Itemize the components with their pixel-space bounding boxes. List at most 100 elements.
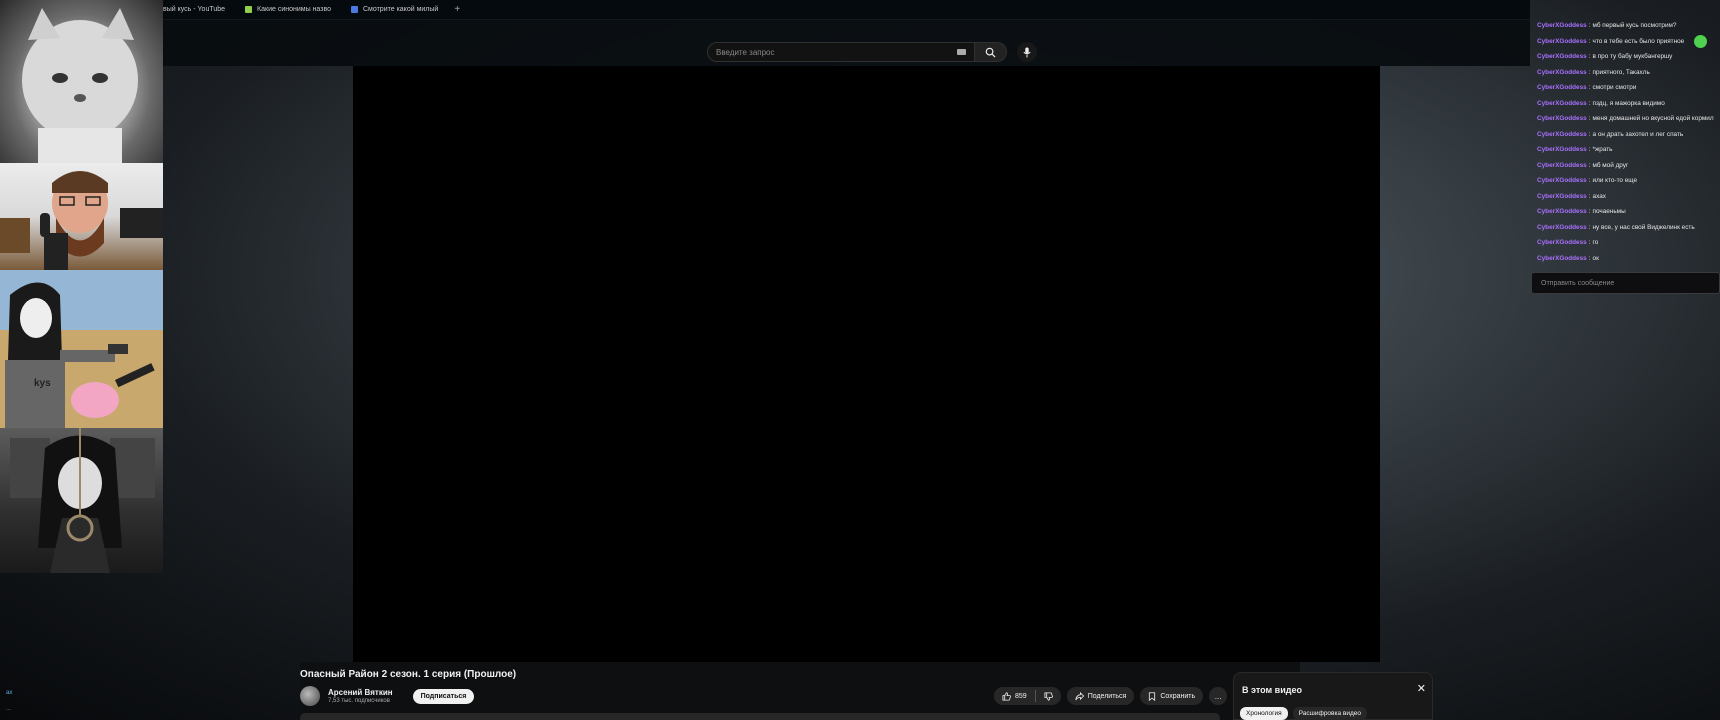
chat-colon: : — [1588, 192, 1591, 200]
share-button[interactable]: Поделиться — [1066, 687, 1135, 705]
chat-message: CyberXGoddess: смотри смотри — [1533, 80, 1720, 96]
thumbs-up-icon[interactable] — [1002, 691, 1011, 701]
anime-girl-drawing — [10, 428, 155, 573]
share-icon — [1075, 691, 1084, 700]
chat-username[interactable]: CyberXGoddess — [1537, 220, 1587, 236]
chat-username[interactable]: CyberXGoddess — [1537, 49, 1587, 65]
chat-username[interactable]: CyberXGoddess — [1537, 173, 1587, 189]
close-icon[interactable]: ✕ — [1417, 682, 1426, 695]
chat-message: CyberXGoddess: что в тебе есть было прият… — [1533, 34, 1720, 50]
chat-username[interactable]: CyberXGoddess — [1537, 65, 1587, 81]
chat-message: CyberXGoddess: почаеньмы — [1533, 204, 1720, 220]
like-separator — [1034, 690, 1036, 702]
chat-text: ахах — [1592, 192, 1606, 200]
save-button[interactable]: Сохранить — [1140, 687, 1204, 705]
description-box[interactable] — [300, 713, 1220, 720]
chat-colon: : — [1588, 115, 1591, 122]
chat-colon: : — [1588, 130, 1591, 138]
chat-colon: : — [1588, 223, 1591, 231]
chat-username[interactable]: CyberXGoddess — [1537, 251, 1587, 267]
anime-girl-rope-image — [0, 428, 163, 573]
tab-transcript[interactable]: Расшифровка видео — [1292, 707, 1368, 720]
chat-text: что в тебе есть было приятное — [1592, 37, 1685, 45]
chat-text: меня домашней но вкусной едой кормил — [1592, 115, 1714, 122]
chat-message: CyberXGoddess: *жрать — [1533, 142, 1720, 158]
chat-username[interactable]: CyberXGoddess — [1537, 96, 1587, 112]
panel-title: В этом видео — [1242, 685, 1302, 695]
cat-face-drawing — [22, 8, 138, 163]
subscriber-count: 7,53 тыс. подписчиков — [328, 698, 390, 704]
search-input[interactable] — [716, 47, 936, 57]
channel-row: Арсений Вяткин 7,53 тыс. подписчиков Под… — [300, 686, 475, 706]
chat-username[interactable]: CyberXGoddess — [1537, 189, 1587, 205]
chat-username[interactable]: CyberXGoddess — [1537, 18, 1587, 34]
browser-tab-label: Смотрите какой милый — [362, 6, 439, 13]
like-count[interactable]: 859 — [1015, 693, 1027, 700]
chat-username[interactable]: CyberXGoddess — [1537, 34, 1587, 50]
more-actions-button[interactable]: ... — [1209, 687, 1228, 705]
subscribe-button[interactable]: Подписаться — [412, 688, 475, 704]
channel-avatar[interactable] — [300, 686, 320, 706]
chat-colon: : — [1588, 99, 1591, 107]
chat-text: или кто-то еще — [1592, 177, 1638, 184]
chat-message: CyberXGoddess: меня домашней но вкусной е… — [1533, 111, 1720, 127]
chat-message: CyberXGoddess: го — [1533, 235, 1720, 251]
video-player[interactable] — [353, 66, 1380, 662]
chat-message: CyberXGoddess: или кто-то еще — [1533, 173, 1720, 189]
chat-text: смотри смотри — [1592, 84, 1637, 91]
browser-tab[interactable]: Смотрите какой милый — [341, 0, 448, 20]
tab-timeline[interactable]: Хронология — [1240, 707, 1288, 720]
browser-tab[interactable]: Какие синонимы назво — [235, 0, 341, 20]
thumbs-down-icon[interactable] — [1044, 691, 1053, 701]
chat-message: CyberXGoddess: ахах — [1533, 189, 1720, 205]
green-doc-icon — [245, 6, 253, 13]
chat-text: пздц, я мажорка видимо — [1592, 99, 1665, 107]
chat-text: в про ту бабу мукбангершу — [1592, 53, 1673, 60]
chat-message: CyberXGoddess: пздц, я мажорка видимо — [1533, 96, 1720, 112]
chat-text: мб мой друг — [1592, 161, 1629, 169]
manul-cat-image — [0, 0, 163, 163]
chat-message-input[interactable]: Отправить сообщение — [1531, 272, 1720, 294]
chat-username[interactable]: CyberXGoddess — [1537, 204, 1587, 220]
bookmark-icon — [1149, 691, 1156, 701]
chat-username[interactable]: CyberXGoddess — [1537, 111, 1587, 127]
blue-chat-icon — [350, 6, 358, 13]
browser-tab-label: Какие синонимы назво — [257, 6, 331, 13]
search-icon — [985, 47, 996, 58]
bearded-man-phone-image — [0, 163, 163, 270]
chat-message: CyberXGoddess: мб первый кусь посмотрим? — [1533, 18, 1720, 34]
chat-colon: : — [1588, 161, 1591, 169]
chat-username[interactable]: CyberXGoddess — [1537, 127, 1587, 143]
chat-colon: : — [1588, 22, 1591, 29]
chat-colon: : — [1588, 208, 1591, 215]
chat-username[interactable]: CyberXGoddess — [1537, 142, 1587, 158]
search-box — [707, 42, 975, 62]
corner-dots: ... — [6, 706, 12, 712]
emote-icon — [1694, 34, 1708, 48]
chat-message: CyberXGoddess: мб мой друг — [1533, 158, 1720, 174]
chat-text: почаеньмы — [1592, 208, 1626, 215]
in-this-video-panel: В этом видео ✕ Хронология Расшифровка ви… — [1233, 672, 1433, 720]
chat-colon: : — [1588, 146, 1591, 153]
chat-username[interactable]: CyberXGoddess — [1537, 80, 1587, 96]
search-button[interactable] — [975, 42, 1007, 62]
corner-label: ax — [6, 690, 13, 696]
browser-tab-strip: вый кусь - YouTube Какие синонимы назво … — [0, 0, 1530, 20]
save-label: Сохранить — [1160, 692, 1196, 700]
channel-name[interactable]: Арсений Вяткин — [328, 688, 393, 697]
chat-text: го — [1592, 239, 1599, 246]
browser-tab-label: вый кусь - YouTube — [163, 6, 226, 13]
chat-text: приятного, Такахль — [1592, 68, 1650, 76]
keyboard-icon[interactable] — [957, 49, 966, 55]
chat-username[interactable]: CyberXGoddess — [1537, 158, 1587, 174]
chat-colon: : — [1588, 254, 1591, 262]
voice-search-button[interactable] — [1017, 42, 1037, 62]
new-tab-button[interactable]: + — [448, 0, 466, 20]
chat-text: а он драть захотел и лег спать — [1592, 130, 1684, 138]
chat-text: мб первый кусь посмотрим? — [1592, 22, 1677, 29]
chat-message: CyberXGoddess: в про ту бабу мукбангершу — [1533, 49, 1720, 65]
channel-info: Арсений Вяткин 7,53 тыс. подписчиков — [328, 688, 393, 704]
search-bar — [707, 42, 1037, 62]
chat-message: CyberXGoddess: ну все, у нас свой Виджели… — [1533, 220, 1720, 236]
chat-username[interactable]: CyberXGoddess — [1537, 235, 1587, 251]
